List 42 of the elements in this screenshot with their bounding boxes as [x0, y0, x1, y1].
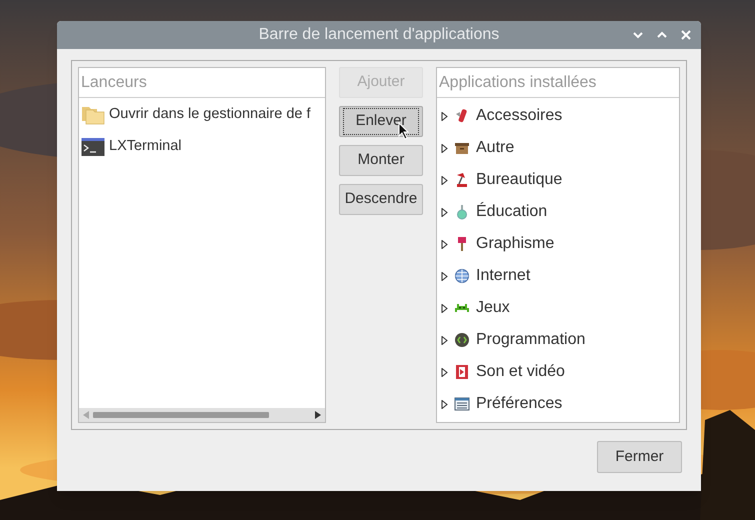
category-item[interactable]: Préférences — [437, 388, 679, 420]
collapsed-arrow-icon[interactable] — [441, 240, 448, 248]
globe-icon — [454, 268, 470, 284]
collapsed-arrow-icon[interactable] — [441, 272, 448, 280]
folder-icon — [81, 105, 105, 125]
flask-icon — [454, 204, 470, 220]
box-icon — [454, 140, 470, 156]
action-button[interactable]: Monter — [339, 145, 423, 176]
category-item[interactable]: Jeux — [437, 292, 679, 324]
code-icon — [454, 332, 470, 348]
action-button[interactable]: Descendre — [339, 184, 423, 215]
collapsed-arrow-icon[interactable] — [441, 208, 448, 216]
scrollbar-thumb[interactable] — [93, 412, 269, 418]
category-item[interactable]: Éducation — [437, 196, 679, 228]
column-header: Applications installées — [437, 68, 679, 98]
collapsed-arrow-icon[interactable] — [441, 400, 448, 408]
column-header: Lanceurs — [79, 68, 325, 98]
collapsed-arrow-icon[interactable] — [441, 176, 448, 184]
collapsed-arrow-icon[interactable] — [441, 304, 448, 312]
category-item[interactable]: Programmation — [437, 324, 679, 356]
category-item[interactable]: Internet — [437, 260, 679, 292]
category-item[interactable]: Autre — [437, 132, 679, 164]
collapsed-arrow-icon[interactable] — [441, 144, 448, 152]
close-button[interactable]: Fermer — [597, 441, 682, 473]
collapsed-arrow-icon[interactable] — [441, 336, 448, 344]
desk-lamp-icon — [454, 172, 470, 188]
launcher-item[interactable]: Ouvrir dans le gestionnaire de f — [79, 103, 325, 127]
terminal-icon — [81, 137, 105, 157]
category-item[interactable]: Accessoires — [437, 100, 679, 132]
settings-panel-icon — [454, 396, 470, 412]
collapsed-arrow-icon[interactable] — [441, 112, 448, 120]
window-title: Barre de lancement d'applications — [258, 25, 500, 45]
category-item[interactable]: Graphisme — [437, 228, 679, 260]
action-button[interactable]: Enlever — [339, 106, 423, 137]
film-icon — [454, 364, 470, 380]
collapsed-arrow-icon[interactable] — [441, 368, 448, 376]
horizontal-scrollbar[interactable] — [79, 408, 325, 422]
scroll-right-icon[interactable] — [315, 411, 321, 419]
category-item[interactable]: Son et vidéo — [437, 356, 679, 388]
launcher-item[interactable]: LXTerminal — [79, 135, 325, 159]
close-icon[interactable] — [679, 28, 693, 42]
category-item[interactable]: Bureautique — [437, 164, 679, 196]
